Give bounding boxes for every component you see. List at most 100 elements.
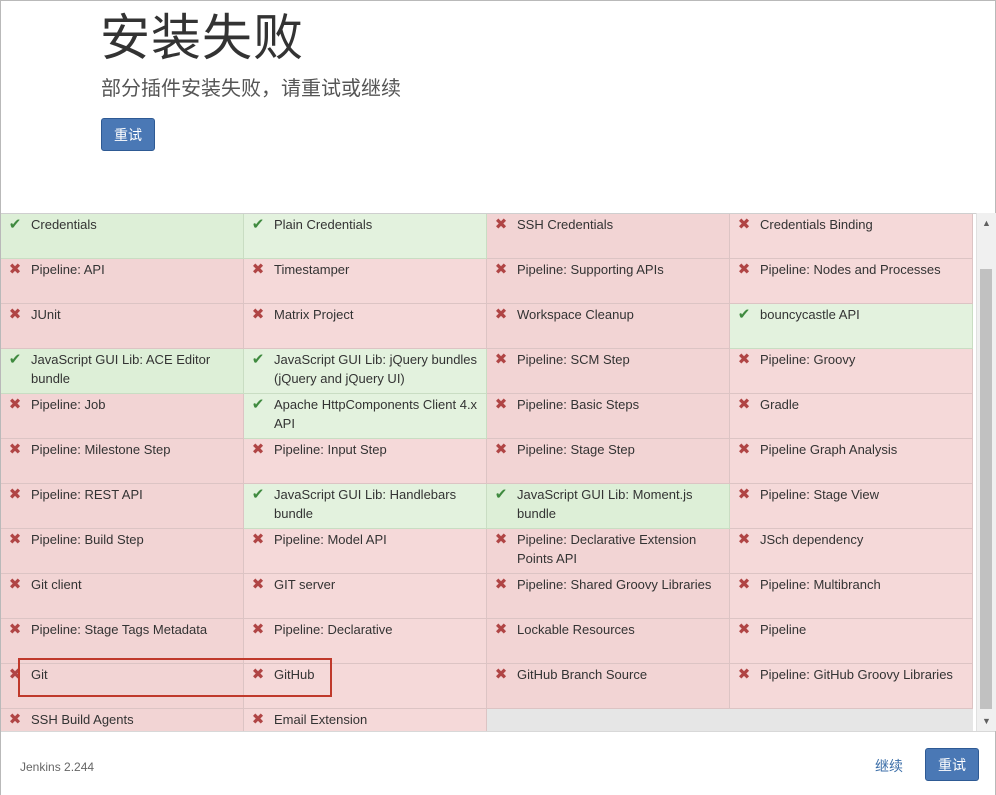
x-icon: ✖ <box>737 441 751 458</box>
plugin-name: SSH Build Agents <box>31 712 134 727</box>
check-icon: ✔ <box>251 396 265 413</box>
x-icon: ✖ <box>737 216 751 233</box>
plugin-name: Pipeline: Basic Steps <box>517 397 640 412</box>
plugin-name: Pipeline: Groovy <box>760 352 856 367</box>
plugin-item: ✖ Pipeline: Shared Groovy Libraries <box>487 574 730 619</box>
plugin-name: Pipeline: Shared Groovy Libraries <box>517 577 712 592</box>
plugin-list[interactable]: ✔ Credentials ✔ Plain Credentials ✖ SSH Crede… <box>1 213 976 732</box>
x-icon: ✖ <box>737 621 751 638</box>
x-icon: ✖ <box>494 576 508 593</box>
plugin-name: Lockable Resources <box>517 622 635 637</box>
x-icon: ✖ <box>8 306 22 323</box>
retry-button-bottom[interactable]: 重试 <box>925 748 979 781</box>
plugin-name: Pipeline: Declarative Extension Points A… <box>517 532 697 566</box>
plugin-name: Pipeline: GitHub Groovy Libraries <box>760 667 953 682</box>
plugin-item: ✖ Timestamper <box>244 259 487 304</box>
check-icon: ✔ <box>737 306 751 323</box>
plugin-item: ✖ Lockable Resources <box>487 619 730 664</box>
x-icon: ✖ <box>8 666 22 683</box>
plugin-name: Pipeline: Stage View <box>760 487 880 502</box>
x-icon: ✖ <box>494 396 508 413</box>
retry-button-top[interactable]: 重试 <box>101 118 155 151</box>
plugin-name: JUnit <box>31 307 61 322</box>
x-icon: ✖ <box>494 216 508 233</box>
x-icon: ✖ <box>737 261 751 278</box>
x-icon: ✖ <box>494 531 508 548</box>
plugin-name: Pipeline: API <box>31 262 105 277</box>
page-title: 安装失败 <box>100 9 304 67</box>
x-icon: ✖ <box>8 261 22 278</box>
plugin-item: ✖ Pipeline Graph Analysis <box>730 439 973 484</box>
continue-link[interactable]: 继续 <box>875 756 903 776</box>
plugin-item: ✔ JavaScript GUI Lib: jQuery bundles (jQu… <box>244 349 487 394</box>
plugin-item: ✖ Gradle <box>730 394 973 439</box>
plugin-name: GitHub <box>274 667 315 682</box>
x-icon: ✖ <box>251 441 265 458</box>
plugin-item: ✖ Pipeline: Milestone Step <box>1 439 244 484</box>
x-icon: ✖ <box>251 576 265 593</box>
plugin-item: ✖ Git client <box>1 574 244 619</box>
plugin-item: ✖ Pipeline <box>730 619 973 664</box>
plugin-name: GIT server <box>274 577 336 592</box>
plugin-name: JavaScript GUI Lib: Moment.js bundle <box>517 487 693 521</box>
plugin-name: Pipeline: Nodes and Processes <box>760 262 941 277</box>
x-icon: ✖ <box>8 621 22 638</box>
plugin-name: Matrix Project <box>274 307 354 322</box>
x-icon: ✖ <box>8 486 22 503</box>
plugin-name: JavaScript GUI Lib: Handlebars bundle <box>274 487 457 521</box>
plugin-item: ✖ Pipeline: Groovy <box>730 349 973 394</box>
scroll-thumb[interactable] <box>980 269 992 709</box>
plugin-name: Pipeline: Stage Tags Metadata <box>31 622 208 637</box>
plugin-name: Apache HttpComponents Client 4.x API <box>274 397 478 431</box>
x-icon: ✖ <box>8 396 22 413</box>
plugin-name: Plain Credentials <box>274 217 373 232</box>
x-icon: ✖ <box>737 576 751 593</box>
plugin-item: ✖ Pipeline: Declarative Extension Points … <box>487 529 730 574</box>
x-icon: ✖ <box>8 531 22 548</box>
plugin-item: ✖ SSH Credentials <box>487 214 730 259</box>
plugin-item: ✖ GitHub Branch Source <box>487 664 730 709</box>
x-icon: ✖ <box>737 531 751 548</box>
plugin-item: ✖ SSH Build Agents <box>1 709 244 732</box>
plugin-name: SSH Credentials <box>517 217 614 232</box>
scroll-up-icon[interactable]: ▲ <box>977 215 996 231</box>
plugin-name: Pipeline: Stage Step <box>517 442 635 457</box>
plugin-item: ✔ JavaScript GUI Lib: Moment.js bundle <box>487 484 730 529</box>
plugin-name: Pipeline: Supporting APIs <box>517 262 664 277</box>
plugin-item: ✖ Email Extension <box>244 709 487 732</box>
x-icon: ✖ <box>494 441 508 458</box>
plugin-name: Gradle <box>760 397 800 412</box>
plugin-name: Email Extension <box>274 712 368 727</box>
plugin-name: Pipeline: Input Step <box>274 442 387 457</box>
plugin-item: ✖ Workspace Cleanup <box>487 304 730 349</box>
plugin-name: JavaScript GUI Lib: jQuery bundles (jQue… <box>274 352 478 386</box>
x-icon: ✖ <box>494 351 508 368</box>
plugin-item: ✖ GIT server <box>244 574 487 619</box>
plugin-item: ✖ JSch dependency <box>730 529 973 574</box>
plugin-item: ✔ Apache HttpComponents Client 4.x API <box>244 394 487 439</box>
dialog-header: 安装失败 部分插件安装失败，请重试或继续 重试 <box>1 1 995 213</box>
plugin-item: ✖ Credentials Binding <box>730 214 973 259</box>
plugin-item: ✖ Pipeline: GitHub Groovy Libraries <box>730 664 973 709</box>
plugin-item: ✖ Git <box>1 664 244 709</box>
plugin-item: ✔ Credentials <box>1 214 244 259</box>
x-icon: ✖ <box>8 576 22 593</box>
scroll-down-icon[interactable]: ▼ <box>977 713 996 729</box>
x-icon: ✖ <box>737 666 751 683</box>
x-icon: ✖ <box>737 486 751 503</box>
plugin-item: ✖ Pipeline: API <box>1 259 244 304</box>
plugin-name: JSch dependency <box>760 532 864 547</box>
plugin-item: ✖ Pipeline: Multibranch <box>730 574 973 619</box>
plugin-name: Pipeline <box>760 622 807 637</box>
plugin-grid: ✔ Credentials ✔ Plain Credentials ✖ SSH Crede… <box>1 214 975 732</box>
x-icon: ✖ <box>8 441 22 458</box>
plugin-list-scrollbar[interactable]: ▲ ▼ <box>976 213 996 731</box>
check-icon: ✔ <box>8 216 22 233</box>
x-icon: ✖ <box>251 306 265 323</box>
plugin-name: Pipeline: Build Step <box>31 532 144 547</box>
plugin-name: Pipeline: Multibranch <box>760 577 881 592</box>
plugin-name: Pipeline Graph Analysis <box>760 442 898 457</box>
x-icon: ✖ <box>251 666 265 683</box>
x-icon: ✖ <box>251 531 265 548</box>
plugin-name: Pipeline: REST API <box>31 487 143 502</box>
